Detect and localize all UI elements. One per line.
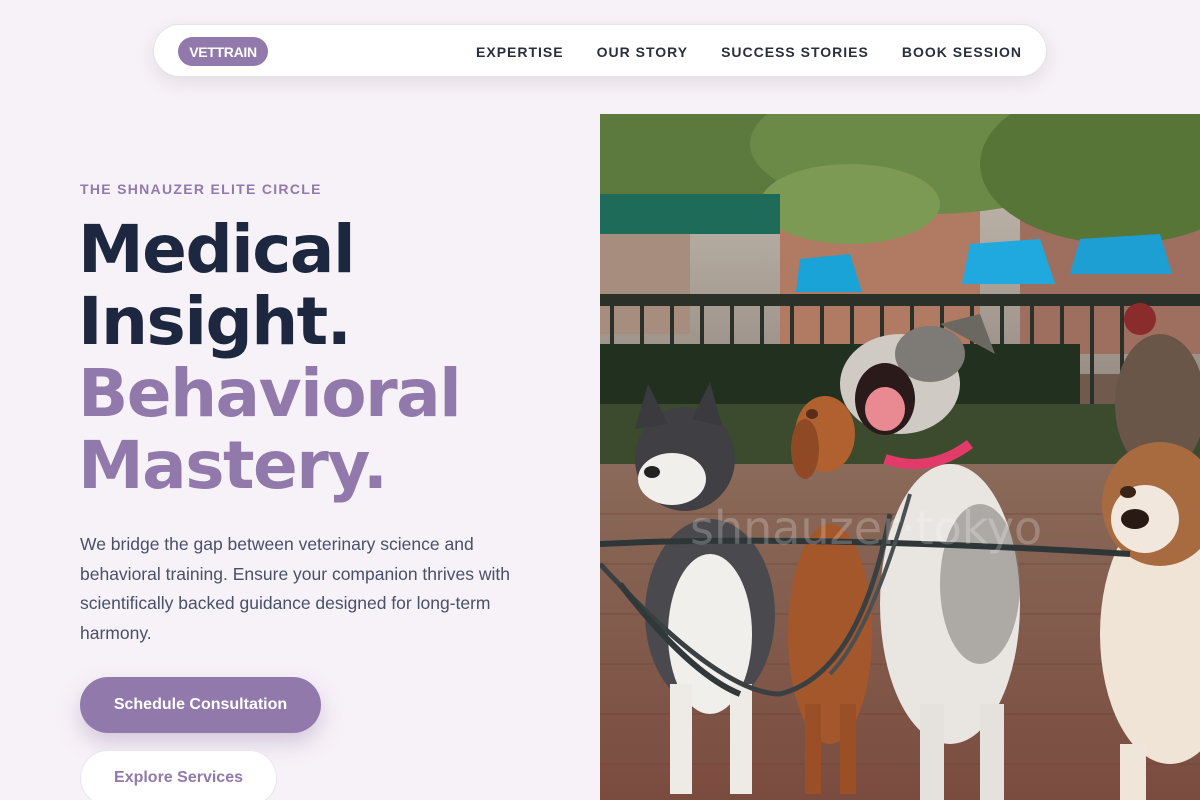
explore-services-button[interactable]: Explore Services [80, 750, 277, 800]
brand-logo[interactable]: VETTRAIN [178, 37, 268, 66]
photo-watermark: shnauzer·tokyo [690, 501, 1042, 555]
nav-link-book-session[interactable]: BOOK SESSION [902, 44, 1022, 60]
hero-lead-paragraph: We bridge the gap between veterinary sci… [80, 534, 510, 643]
hero-eyebrow: THE SHNAUZER ELITE CIRCLE [80, 181, 322, 197]
schedule-consultation-button[interactable]: Schedule Consultation [80, 677, 321, 733]
headline-line-1: Medical [78, 211, 356, 288]
hero-headline: Medical Insight. Behavioral Mastery. [78, 211, 462, 504]
headline-line-2: Insight. [78, 283, 352, 360]
nav-link-our-story[interactable]: OUR STORY [597, 44, 688, 60]
headline-line-4: Mastery. [78, 427, 388, 504]
top-navbar: VETTRAIN EXPERTISE OUR STORY SUCCESS STO… [153, 24, 1047, 77]
nav-link-expertise[interactable]: EXPERTISE [476, 44, 564, 60]
headline-line-3: Behavioral [78, 355, 462, 432]
nav-links: EXPERTISE OUR STORY SUCCESS STORIES BOOK… [476, 25, 1022, 78]
hero-dogs-photo: shnauzer·tokyo [600, 114, 1200, 800]
nav-link-success-stories[interactable]: SUCCESS STORIES [721, 44, 869, 60]
